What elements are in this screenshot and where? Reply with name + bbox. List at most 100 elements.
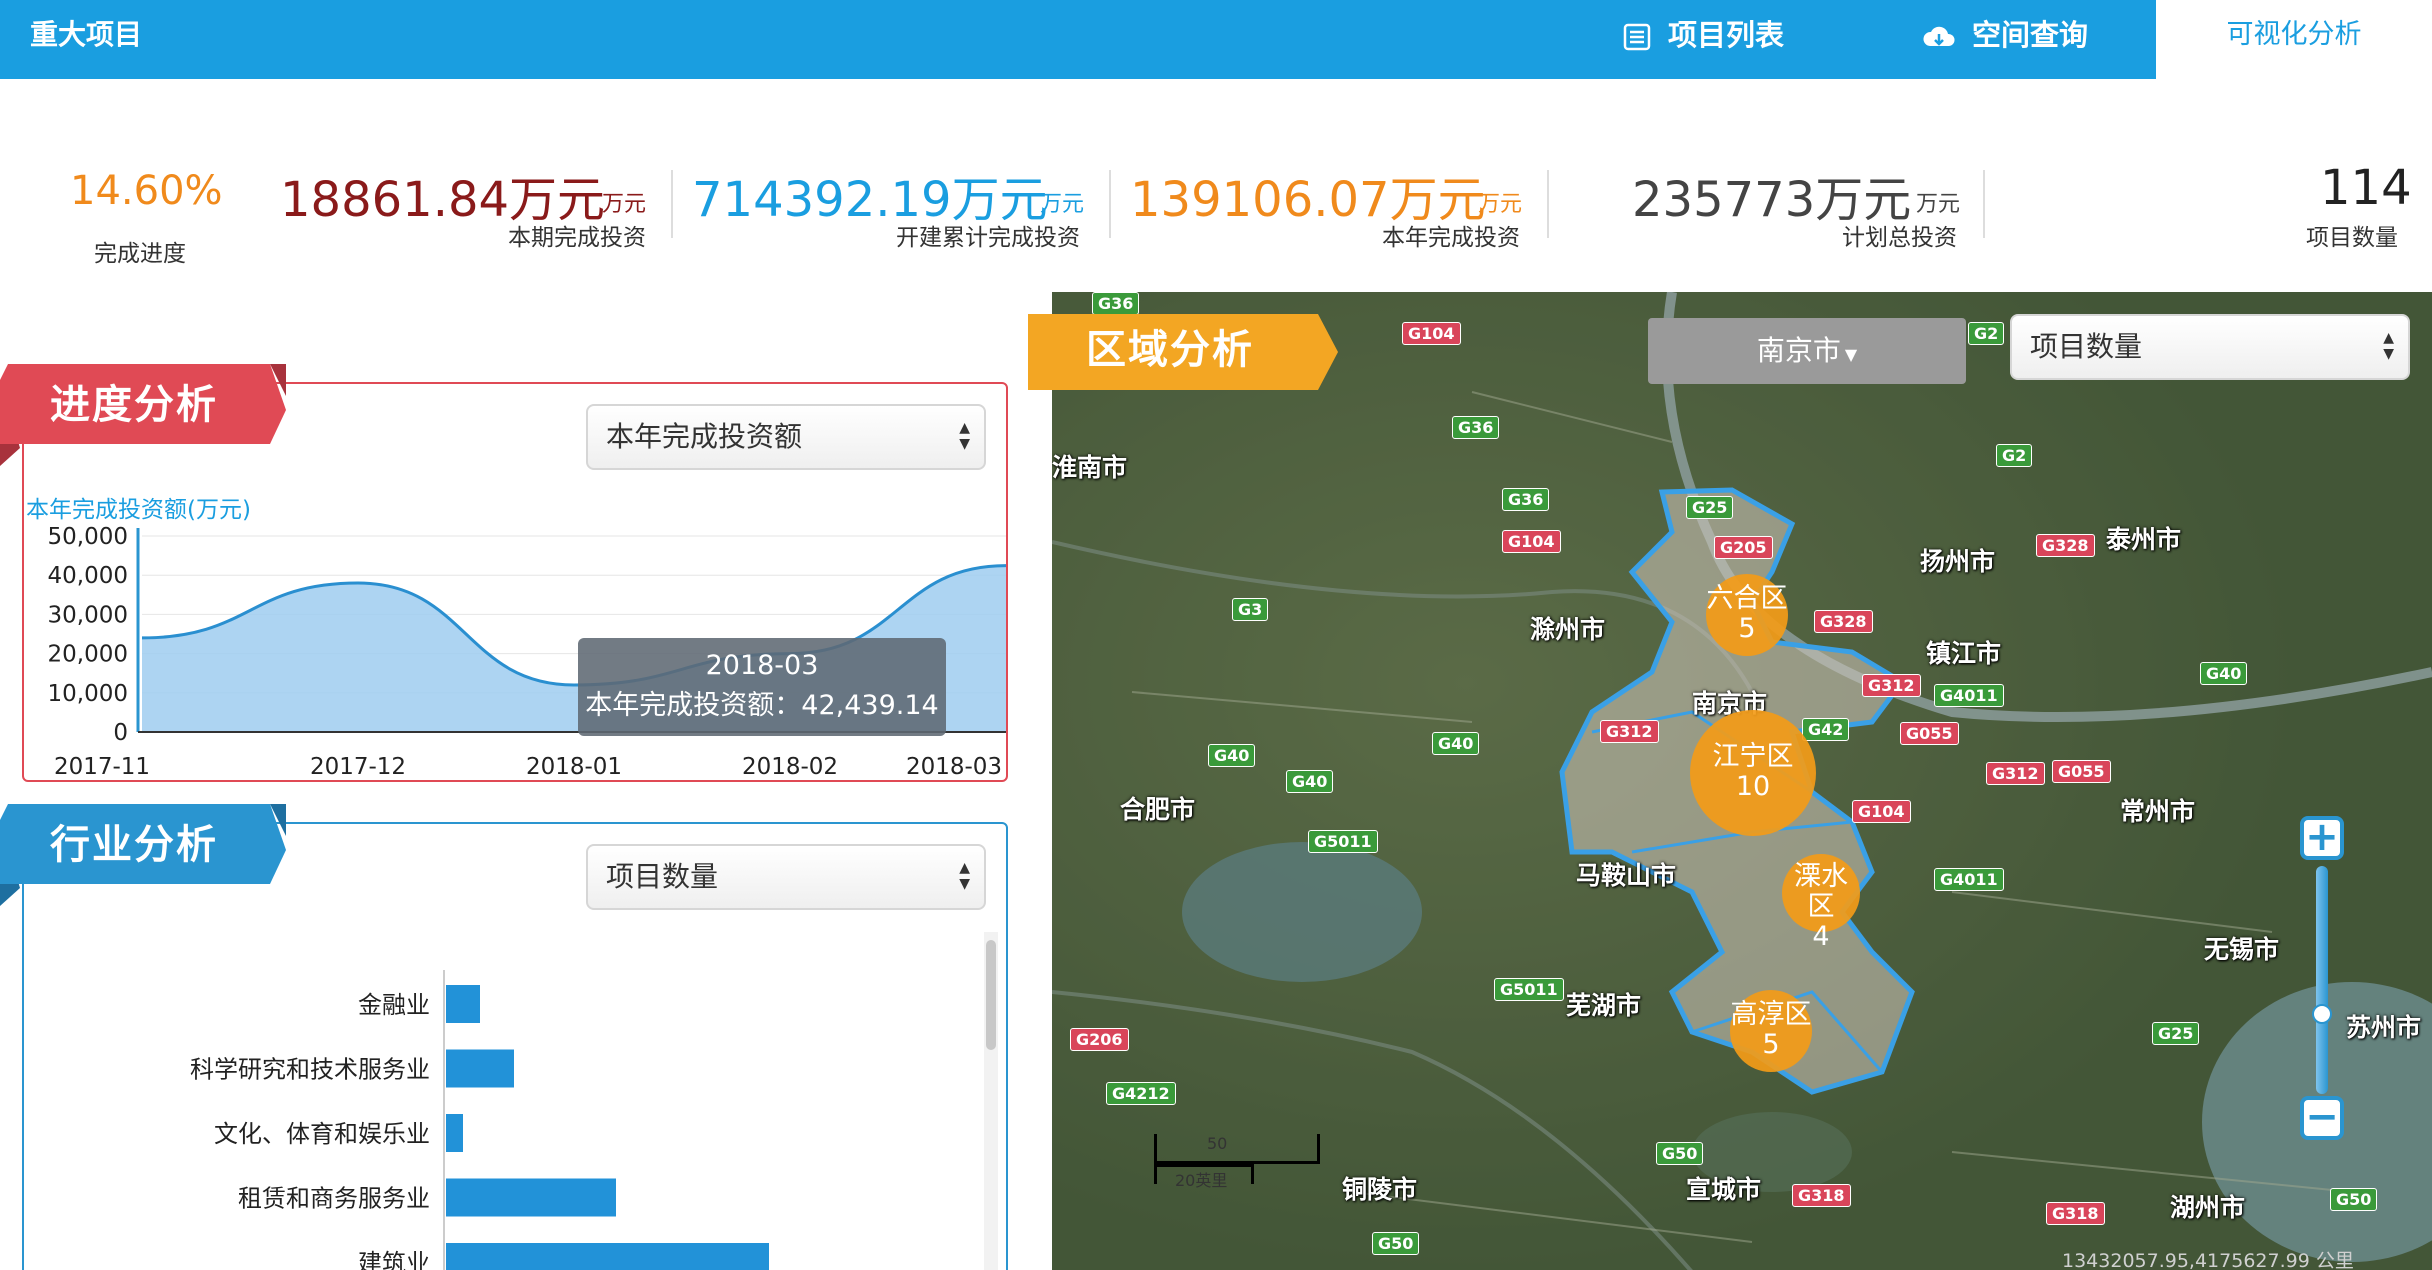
stat-progress: 14.60% 完成进度 [60,160,223,267]
city-label: 淮南市 [1052,453,1128,482]
scale-bottom-label: 20英里 [1175,1171,1228,1190]
region-metric-select[interactable]: 项目数量 ▲ ▼ [2010,314,2410,380]
cluster-name: 江宁区 [1712,741,1794,772]
x-tick-label: 2017-12 [310,754,406,780]
stat-plan: 235773万元 万元 计划总投资 [1632,160,1962,260]
road-label: G328 [1814,610,1873,633]
stat-count: 114 项目数量 [2290,160,2412,260]
scale-bar-secondary: 20英里 [1154,1164,1254,1190]
road-label: G40 [2200,662,2248,685]
top-bar: 重大项目 项目列表 空间查询 [0,0,2156,79]
stat-plan-unit: 万元 [1916,192,1961,217]
select-arrows-icon: ▲ ▼ [959,860,970,892]
road-label: G42 [1802,718,1850,741]
stat-year: 139106.07万元 万元 本年完成投资 [1130,160,1530,260]
road-label: G50 [1372,1232,1420,1255]
road-label: G4011 [1934,868,2004,891]
road-label: G40 [1208,744,1256,767]
scrollbar-thumb[interactable] [986,940,996,1050]
stat-cumulative-label: 开建累计完成投资 [896,225,1080,251]
bar [446,1049,514,1088]
y-tick-label: 40,000 [48,563,128,589]
road-label: G104 [1502,530,1561,553]
divider [1983,170,1985,238]
select-arrows-icon: ▲ ▼ [959,420,970,452]
stat-cumulative-unit: 万元 [1040,192,1085,217]
y-tick-label: 10,000 [48,681,128,707]
map-coordinates: 13432057.95,4175627.99 公里 [2062,1250,2354,1270]
road-label: G5011 [1494,978,1564,1001]
city-label: 泰州市 [2106,525,2182,554]
y-tick-label: 20,000 [48,642,128,668]
cluster-count: 5 [1738,613,1756,644]
scrollbar-track[interactable] [984,932,998,1270]
cloud-icon [1923,26,1955,46]
region-map[interactable]: G36 G36 G36 G2 G2 G25 G3 G40 G4011 G40 G… [1052,292,2432,1270]
road-label: G206 [1070,1028,1129,1051]
progress-title: 进度分析 [50,382,218,428]
industry-bar-chart: 金融业科学研究和技术服务业文化、体育和娱乐业租赁和商务服务业建筑业 [190,970,769,1270]
road-label: G5011 [1308,830,1378,853]
cluster-count: 5 [1762,1029,1780,1060]
bar [446,1178,616,1217]
cluster-marker-lishui[interactable]: 溧水区 4 [1782,854,1860,952]
bar [446,1114,463,1152]
stat-progress-value: 14.60% [70,168,223,214]
road-label: G312 [1600,720,1659,743]
select-arrows-icon: ▲ ▼ [2383,330,2394,362]
nav-spatial-query-label: 空间查询 [1972,18,2089,52]
road-label: G36 [1502,488,1550,511]
stat-year-unit: 万元 [1478,192,1523,217]
zoom-slider-track[interactable] [2316,866,2328,1094]
road-label: G328 [2036,534,2095,557]
tab-visual-analysis[interactable]: 可视化分析 [2156,0,2432,70]
tooltip-value: 本年完成投资额：42,439.14 [585,690,939,721]
city-label: 宣城市 [1686,1175,1762,1204]
road-label: G312 [1986,762,2045,785]
cluster-marker-liuhe[interactable]: 六合区 5 [1706,574,1788,656]
road-label: G40 [1432,732,1480,755]
nav-project-list[interactable]: 项目列表 [1622,0,1784,70]
x-tick-label: 2018-03 [906,754,1002,780]
city-label: 常州市 [2120,797,2196,826]
bar [446,985,480,1023]
city-label: 扬州市 [1920,547,1996,576]
divider [1109,170,1111,238]
scale-bar: 50 [1154,1134,1320,1164]
city-label: 滁州市 [1530,615,1606,644]
road-label: G25 [2152,1022,2200,1045]
progress-metric-select-value: 本年完成投资额 [606,420,803,453]
zoom-out-button[interactable]: − [2300,1096,2344,1140]
cluster-marker-gaochun[interactable]: 高淳区 5 [1730,990,1812,1072]
road-label: G312 [1862,674,1921,697]
stat-progress-label: 完成进度 [94,241,186,267]
cluster-marker-jiangning[interactable]: 江宁区 10 [1690,710,1816,836]
x-tick-label: 2018-01 [526,754,622,780]
zoom-in-button[interactable]: + [2300,816,2344,860]
divider [671,170,673,238]
zoom-slider-handle[interactable] [2312,1004,2332,1024]
road-label: G40 [1286,770,1334,793]
region-metric-select-value: 项目数量 [2030,330,2143,363]
industry-metric-select[interactable]: 项目数量 ▲ ▼ [586,844,986,910]
caret-down-icon: ▼ [1844,345,1858,364]
bar-category-label: 科学研究和技术服务业 [190,1056,430,1084]
page: 重大项目 项目列表 空间查询 可视化分析 14.60% 完成进度 18861.8… [0,0,2432,1270]
road-label: G104 [1402,322,1461,345]
progress-metric-select[interactable]: 本年完成投资额 ▲ ▼ [586,404,986,470]
region-title: 区域分析 [1086,327,1254,373]
bar-category-label: 建筑业 [358,1249,430,1270]
city-label: 铜陵市 [1342,1175,1418,1204]
bar-category-label: 租赁和商务服务业 [238,1185,430,1213]
bar-category-label: 文化、体育和娱乐业 [214,1120,430,1148]
road-label: G318 [1792,1184,1851,1207]
stat-plan-label: 计划总投资 [1842,225,1957,251]
city-label: 湖州市 [2170,1193,2246,1222]
road-label: G36 [1452,416,1500,439]
cluster-count: 10 [1735,771,1771,802]
city-select[interactable]: 南京市 ▼ [1648,318,1966,384]
road-label: G2 [1996,444,2033,467]
cluster-name: 溧水区 [1794,861,1848,922]
nav-spatial-query[interactable]: 空间查询 [1922,0,2088,70]
stat-period: 18861.84万元 万元 本期完成投资 [280,160,660,260]
